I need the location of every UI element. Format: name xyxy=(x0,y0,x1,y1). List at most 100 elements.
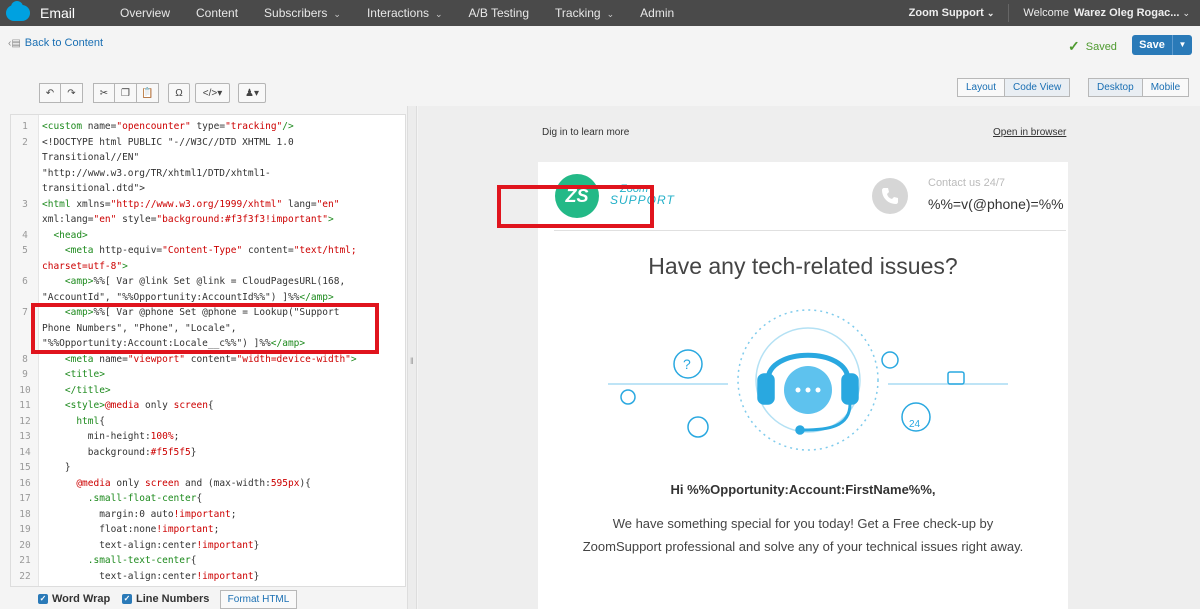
contact-label: Contact us 24/7 xyxy=(928,177,1006,189)
personalization-dropdown[interactable]: ♟ ▾ xyxy=(238,83,266,103)
code-line: 3 <html xmlns="http://www.w3.org/1999/xht… xyxy=(22,198,340,210)
code-line: 13 min-height:100%; xyxy=(19,431,180,442)
nav-interactions[interactable]: Interactions ⌄ xyxy=(367,6,443,20)
chevron-down-icon: ⌄ xyxy=(606,9,615,19)
nav-label: Content xyxy=(196,6,239,20)
checkbox-checked-icon: ✓ xyxy=(122,594,132,604)
user-menu[interactable]: Welcome Warez Oleg Rogac... ⌄ xyxy=(1023,7,1190,19)
code-line: 21 .small-text-center{ xyxy=(19,555,197,566)
top-navigation: Email Overview Content Subscribers ⌄ Inte… xyxy=(0,0,1200,26)
code-line: 12 html{ xyxy=(19,415,105,427)
redo-icon[interactable]: ↷ xyxy=(61,83,83,103)
layout-tab[interactable]: Layout xyxy=(957,78,1006,97)
code-line: 9 <title> xyxy=(22,369,105,380)
phone-highlight-box xyxy=(497,185,654,228)
code-line: xml:lang="en" style="background:#f3f3f3!… xyxy=(42,214,334,225)
undo-icon[interactable]: ↶ xyxy=(39,83,61,103)
drag-handle-icon: ‖ xyxy=(410,356,414,366)
chevron-down-icon: ⌄ xyxy=(435,9,443,19)
cut-icon[interactable]: ✂ xyxy=(93,83,115,103)
code-line: transitional.dtd"> xyxy=(42,183,145,194)
special-character-button[interactable]: Ω xyxy=(168,83,190,103)
account-name: Zoom Support xyxy=(908,7,984,19)
code-line: 5 <meta http-equiv="Content-Type" conten… xyxy=(22,245,357,256)
greeting-text: Hi %%Opportunity:Account:FirstName%%, xyxy=(670,482,936,497)
code-line: 15 } xyxy=(19,462,71,473)
code-line: 14 background:#f5f5f5} xyxy=(19,446,197,458)
code-line: "http://www.w3.org/TR/xhtml1/DTD/xhtml1- xyxy=(42,167,271,179)
brand[interactable]: Email xyxy=(0,1,120,21)
line-numbers-checkbox[interactable]: ✓ Line Numbers xyxy=(122,593,209,605)
code-view-tab[interactable]: Code View xyxy=(1005,78,1071,97)
salesforce-cloud-icon xyxy=(6,1,30,21)
nav-subscribers[interactable]: Subscribers ⌄ xyxy=(264,6,341,20)
user-icon: ♟ xyxy=(245,87,254,99)
code-line: 1 <custom name="opencounter" type="tracki… xyxy=(22,121,294,132)
nav-label: Admin xyxy=(640,6,675,20)
welcome-label: Welcome xyxy=(1023,7,1070,19)
code-line: 22 text-align:center!important} xyxy=(19,570,260,582)
code-line: 17 .small-float-center{ xyxy=(19,493,203,504)
code-line: 16 @media only screen and (max-width:595… xyxy=(19,477,311,489)
nav-tracking[interactable]: Tracking ⌄ xyxy=(555,6,614,20)
code-line: 4 <head> xyxy=(22,229,88,241)
nav-admin[interactable]: Admin xyxy=(640,6,674,20)
code-editor[interactable]: 1 <custom name="opencounter" type="tracki… xyxy=(10,114,406,587)
chevron-down-icon: ⌄ xyxy=(1182,8,1190,18)
nav-label: A/B Testing xyxy=(468,6,530,20)
code-snippet-dropdown[interactable]: </> ▾ xyxy=(195,83,230,103)
nav-ab-testing[interactable]: A/B Testing xyxy=(469,6,529,20)
code-line: charset=utf-8"> xyxy=(42,260,128,272)
phone-icon xyxy=(872,178,908,214)
nav-overview[interactable]: Overview xyxy=(120,6,170,20)
user-name: Warez Oleg Rogac... xyxy=(1074,7,1180,19)
code-line: 6 <amp>%%[ Var @link Set @link = CloudPa… xyxy=(22,276,346,287)
nav-label: Overview xyxy=(120,6,171,20)
code-line: 20 text-align:center!important} xyxy=(19,539,260,551)
preheader-text: Dig in to learn more xyxy=(542,127,630,138)
undo-redo-group: ↶ ↷ xyxy=(39,83,83,103)
code-icon: </> xyxy=(202,87,218,99)
code-line: 2 <!DOCTYPE html PUBLIC "-//W3C//DTD XHTM… xyxy=(22,136,294,148)
code-line: 11 <style>@media only screen{ xyxy=(19,400,214,411)
nav-content[interactable]: Content xyxy=(196,6,238,20)
format-html-button[interactable]: Format HTML xyxy=(220,590,297,609)
brand-label: Email xyxy=(40,5,76,21)
mobile-tab[interactable]: Mobile xyxy=(1142,78,1190,97)
code-highlight-box xyxy=(31,303,379,354)
paste-icon[interactable]: 📋 xyxy=(137,83,159,103)
code-line: 10 </title> xyxy=(19,384,111,396)
email-body-copy: We have something special for you today!… xyxy=(582,516,1024,554)
back-to-content-link[interactable]: ‹▤ Back to Content xyxy=(8,37,103,49)
saved-status: ✓ Saved xyxy=(1068,38,1117,55)
checkbox-checked-icon: ✓ xyxy=(38,594,48,604)
back-list-icon: ‹▤ xyxy=(8,37,21,49)
email-headline: Have any tech-related issues? xyxy=(648,253,958,279)
desktop-tab[interactable]: Desktop xyxy=(1088,78,1143,97)
account-switcher[interactable]: Zoom Support ⌄ xyxy=(909,7,995,19)
save-button[interactable]: Save xyxy=(1132,35,1172,55)
nav-label: Interactions xyxy=(366,6,429,20)
code-line: 18 margin:0 auto!important; xyxy=(19,508,237,520)
back-label: Back to Content xyxy=(24,37,104,49)
word-wrap-checkbox[interactable]: ✓ Word Wrap xyxy=(38,593,110,605)
save-button-group: Save ▼ xyxy=(1132,35,1192,55)
email-preview-pane: Dig in to learn more Open in browser ZS … xyxy=(418,106,1200,609)
layout-code-toggle: Layout Code View xyxy=(957,78,1071,97)
header-divider xyxy=(554,230,1066,231)
clipboard-group: ✂ ❐ 📋 xyxy=(93,83,159,103)
nav-label: Subscribers xyxy=(264,6,328,20)
chevron-down-icon: ⌄ xyxy=(333,9,341,19)
saved-label: Saved xyxy=(1085,40,1117,53)
pane-splitter[interactable]: ‖ xyxy=(407,106,417,609)
nav-label: Tracking xyxy=(555,6,601,20)
svg-text:?: ? xyxy=(683,356,691,372)
word-wrap-label: Word Wrap xyxy=(52,593,111,605)
save-options-dropdown[interactable]: ▼ xyxy=(1172,35,1192,55)
nav-account-area: Zoom Support ⌄ Welcome Warez Oleg Rogac..… xyxy=(909,0,1190,26)
email-body: ZS Zoom SUPPORT Contact us 24/7 %%=v(@ph… xyxy=(538,162,1068,609)
copy-icon[interactable]: ❐ xyxy=(115,83,137,103)
code-line: Transitional//EN" xyxy=(42,152,140,163)
open-in-browser-link[interactable]: Open in browser xyxy=(993,127,1066,138)
phone-number: %%=v(@phone)=%% xyxy=(928,196,1064,212)
